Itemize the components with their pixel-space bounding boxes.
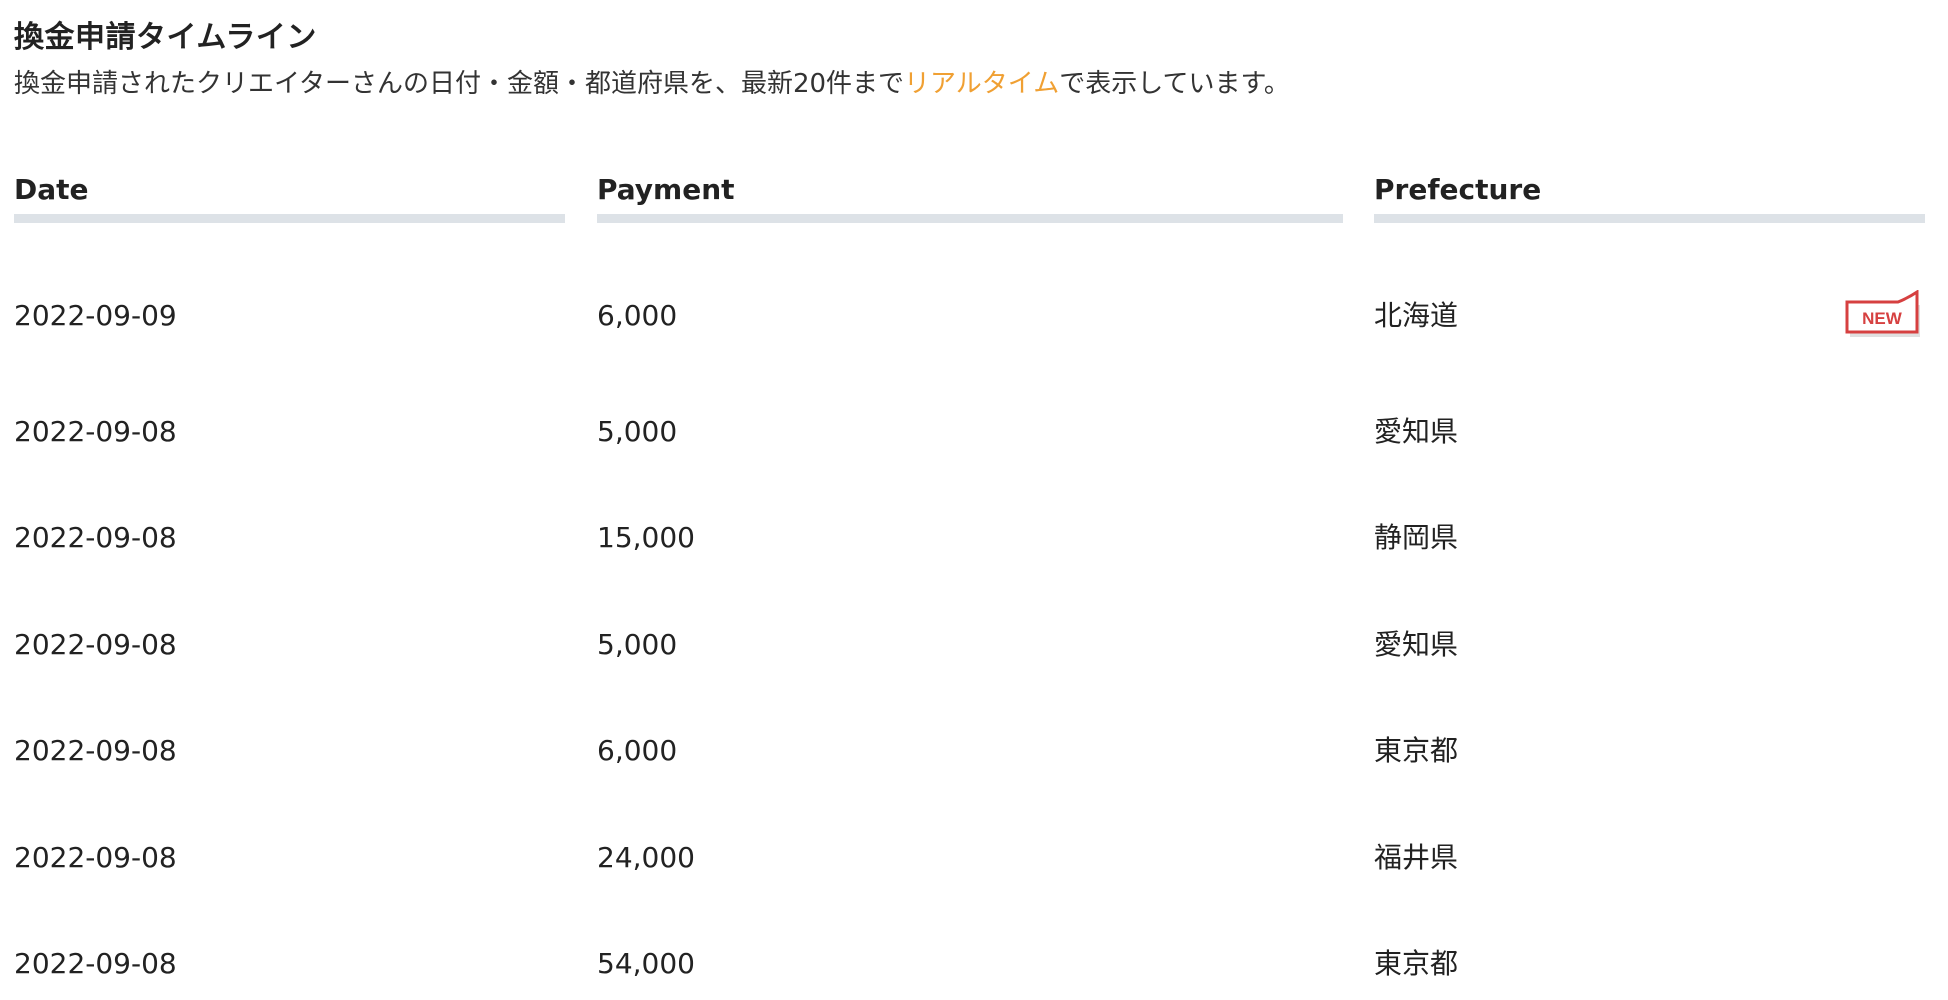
date-cell: 2022-09-08 [14,734,177,767]
payment-cell: 6,000 [597,299,678,332]
prefecture-cell: 静岡県 [1374,521,1459,554]
prefecture-cell: 愛知県 [1374,628,1459,661]
prefecture-cell: 東京都 [1374,734,1459,767]
page-title: 換金申請タイムライン [14,20,317,55]
prefecture-cell: 愛知県 [1374,415,1459,448]
prefecture-cell: 北海道 [1374,299,1459,332]
description-text-before: 換金申請されたクリエイターさんの日付・金額・都道府県を、最新20件まで [14,69,905,99]
payment-cell: 6,000 [597,734,678,767]
column-header-underline [597,214,1343,223]
column-header-date: Date [14,173,89,206]
payment-cell: 15,000 [597,521,695,554]
payment-cell: 54,000 [597,947,695,980]
description-text-after: で表示しています。 [1059,69,1290,99]
date-cell: 2022-09-08 [14,947,177,980]
date-cell: 2022-09-08 [14,841,177,874]
date-cell: 2022-09-08 [14,415,177,448]
prefecture-cell: 東京都 [1374,947,1459,980]
page-description: 換金申請されたクリエイターさんの日付・金額・都道府県を、最新20件までリアルタイ… [14,62,1290,106]
column-header-payment: Payment [597,173,735,206]
date-cell: 2022-09-08 [14,521,177,554]
column-header-prefecture: Prefecture [1374,173,1542,206]
prefecture-cell: 福井県 [1374,841,1459,874]
payment-cell: 5,000 [597,415,678,448]
date-cell: 2022-09-09 [14,299,177,332]
realtime-highlight: リアルタイム [904,69,1060,99]
payment-cell: 24,000 [597,841,695,874]
new-badge-label: NEW [1862,309,1903,328]
payment-cell: 5,000 [597,628,678,661]
new-badge-icon: NEW [1845,290,1920,337]
column-header-underline [1374,214,1925,223]
payout-timeline-page: 換金申請タイムライン 換金申請されたクリエイターさんの日付・金額・都道府県を、最… [0,0,1948,1000]
column-header-underline [14,214,565,223]
date-cell: 2022-09-08 [14,628,177,661]
